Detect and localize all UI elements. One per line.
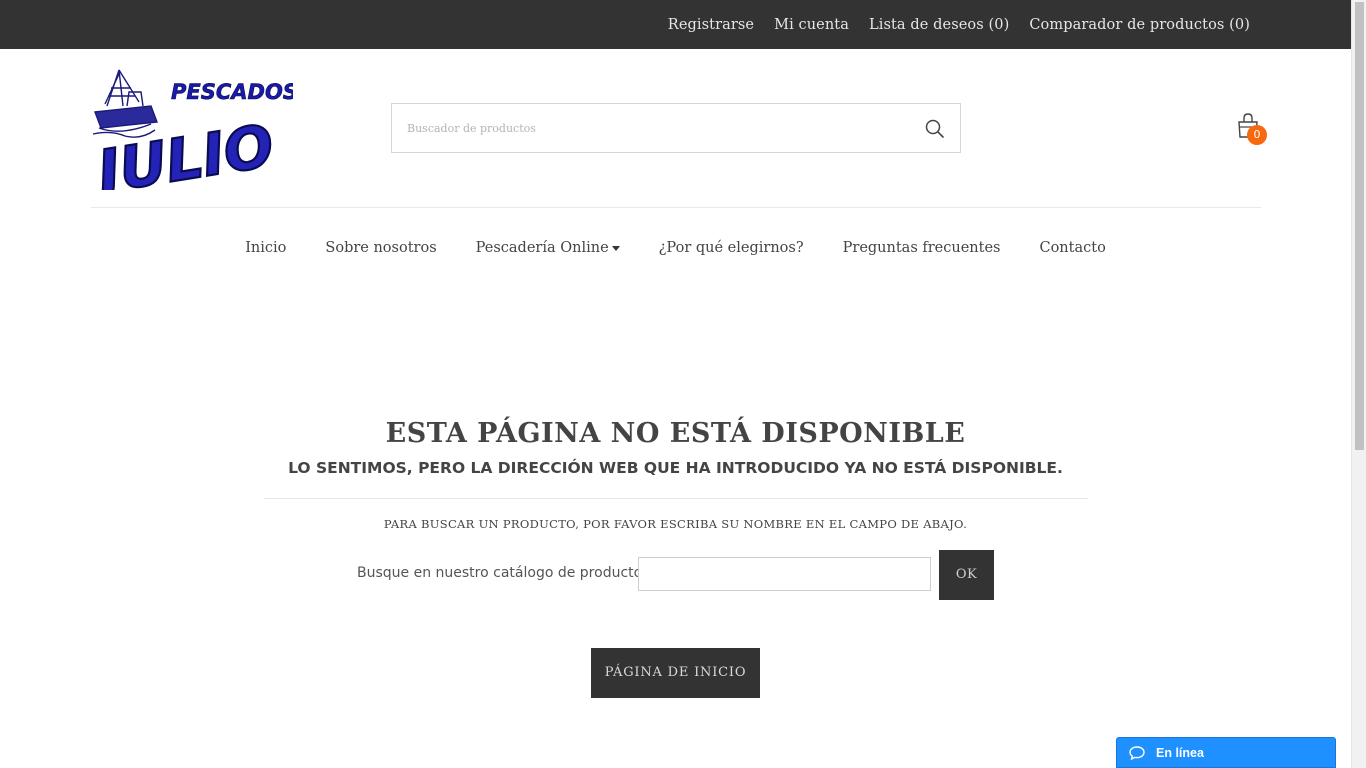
live-chat-widget[interactable]: En línea (1116, 737, 1336, 768)
nav-item-about[interactable]: Sobre nosotros (306, 240, 456, 256)
chat-status-label: En línea (1156, 746, 1204, 760)
search-input[interactable] (392, 104, 912, 152)
page-title: ESTA PÁGINA NO ESTÁ DISPONIBLE (385, 418, 966, 449)
nav-item-label: Sobre nosotros (325, 240, 437, 256)
caret-down-icon (611, 246, 620, 251)
page-scrollbar[interactable] (1351, 0, 1366, 768)
main-navigation: Inicio Sobre nosotros Pescadería Online … (0, 232, 1351, 264)
nav-item-faq[interactable]: Preguntas frecuentes (823, 240, 1020, 256)
nav-item-label: Preguntas frecuentes (842, 240, 1001, 256)
search-icon[interactable] (924, 118, 946, 140)
compare-link[interactable]: Comparador de productos (0) (1029, 17, 1250, 33)
nav-item-label: Pescadería Online (475, 240, 609, 256)
home-page-button[interactable]: PÁGINA DE INICIO (591, 648, 760, 698)
svg-text:PESCADOS: PESCADOS (171, 80, 293, 104)
scrollbar-thumb[interactable] (1355, 2, 1364, 450)
wishlist-link[interactable]: Lista de deseos (0) (869, 17, 1009, 33)
catalog-search-label: Busque en nuestro catálogo de productos: (357, 565, 655, 581)
register-link[interactable]: Registrarse (668, 17, 754, 33)
search-hint: PARA BUSCAR UN PRODUCTO, POR FAVOR ESCRI… (383, 517, 968, 531)
cart-count-badge: 0 (1247, 125, 1267, 145)
catalog-search-input[interactable] (638, 557, 931, 591)
nav-item-label: Contacto (1039, 240, 1106, 256)
header-divider (91, 207, 1261, 208)
nav-item-contact[interactable]: Contacto (1020, 240, 1125, 256)
site-logo[interactable]: PESCADOS JULIO (82, 66, 298, 209)
top-bar: Registrarse Mi cuenta Lista de deseos (0… (0, 0, 1351, 49)
logo-image: PESCADOS JULIO (82, 69, 298, 209)
my-account-link[interactable]: Mi cuenta (774, 17, 849, 33)
page-subtitle: LO SENTIMOS, PERO LA DIRECCIÓN WEB QUE H… (288, 459, 1063, 477)
nav-item-label: ¿Por qué elegirnos? (658, 240, 804, 256)
nav-item-why-us[interactable]: ¿Por qué elegirnos? (639, 240, 823, 256)
nav-item-label: Inicio (245, 240, 287, 256)
account-links: Registrarse Mi cuenta Lista de deseos (0… (668, 0, 1250, 49)
chat-bubble-icon (1129, 746, 1145, 760)
nav-item-home[interactable]: Inicio (226, 240, 306, 256)
nav-item-online-shop[interactable]: Pescadería Online (456, 240, 639, 256)
content-divider (264, 498, 1088, 499)
cart-button[interactable]: 0 (1236, 112, 1270, 146)
product-search (391, 103, 961, 153)
catalog-search-ok-button[interactable]: OK (939, 550, 994, 600)
